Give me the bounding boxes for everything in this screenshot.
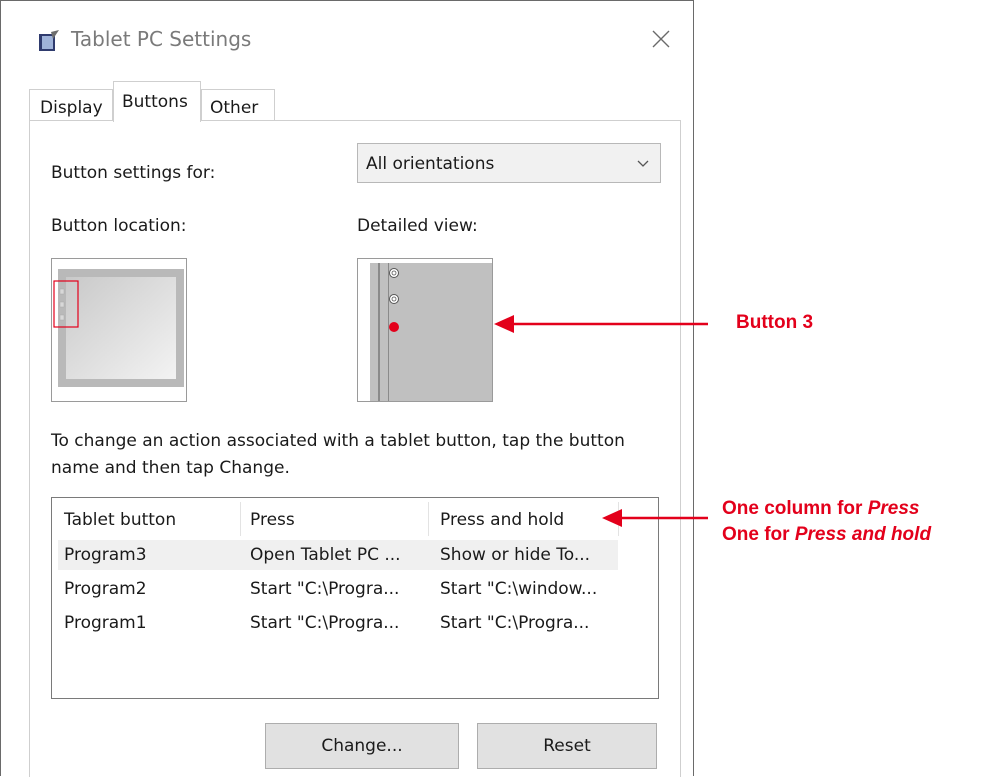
annotation-columns-line1: One column for Press — [722, 496, 931, 522]
tab-buttons[interactable]: Buttons — [113, 81, 201, 122]
annotation-emphasis: Press — [867, 498, 920, 519]
annotation-columns: One column for Press One for Press and h… — [722, 496, 931, 548]
annotation-columns-line2: One for Press and hold — [722, 522, 931, 548]
annotation-text: One column for — [722, 498, 868, 519]
arrow-button3-head — [494, 315, 514, 333]
annotation-button3: Button 3 — [736, 312, 814, 333]
arrow-press-head — [602, 509, 622, 527]
annotation-emphasis: Press and hold — [794, 524, 932, 545]
annotation-text: One for — [722, 524, 795, 545]
